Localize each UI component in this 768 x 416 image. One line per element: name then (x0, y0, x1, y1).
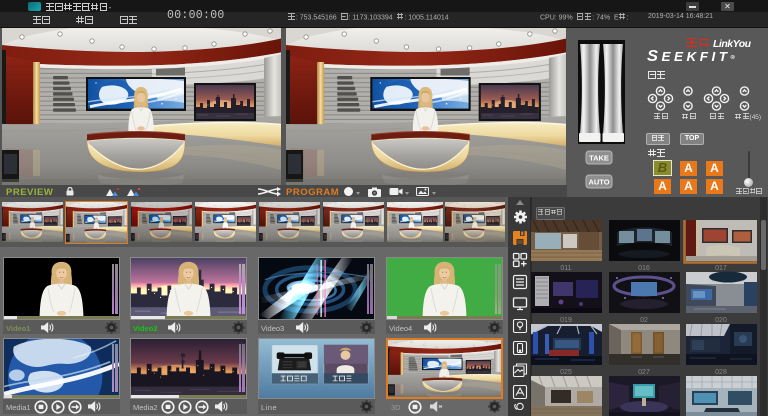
svg-text:TAKE: TAKE (589, 154, 609, 163)
svg-text:AUTO: AUTO (588, 178, 609, 187)
svg-text:028: 028 (715, 369, 727, 376)
svg-text:011: 011 (560, 265, 571, 272)
svg-text:027: 027 (638, 369, 650, 376)
svg-text:019: 019 (560, 317, 572, 324)
svg-text:025: 025 (560, 369, 572, 376)
svg-text:016: 016 (638, 265, 650, 272)
svg-text:02: 02 (640, 317, 648, 324)
svg-text:020: 020 (715, 317, 727, 324)
svg-text:017: 017 (715, 265, 727, 272)
